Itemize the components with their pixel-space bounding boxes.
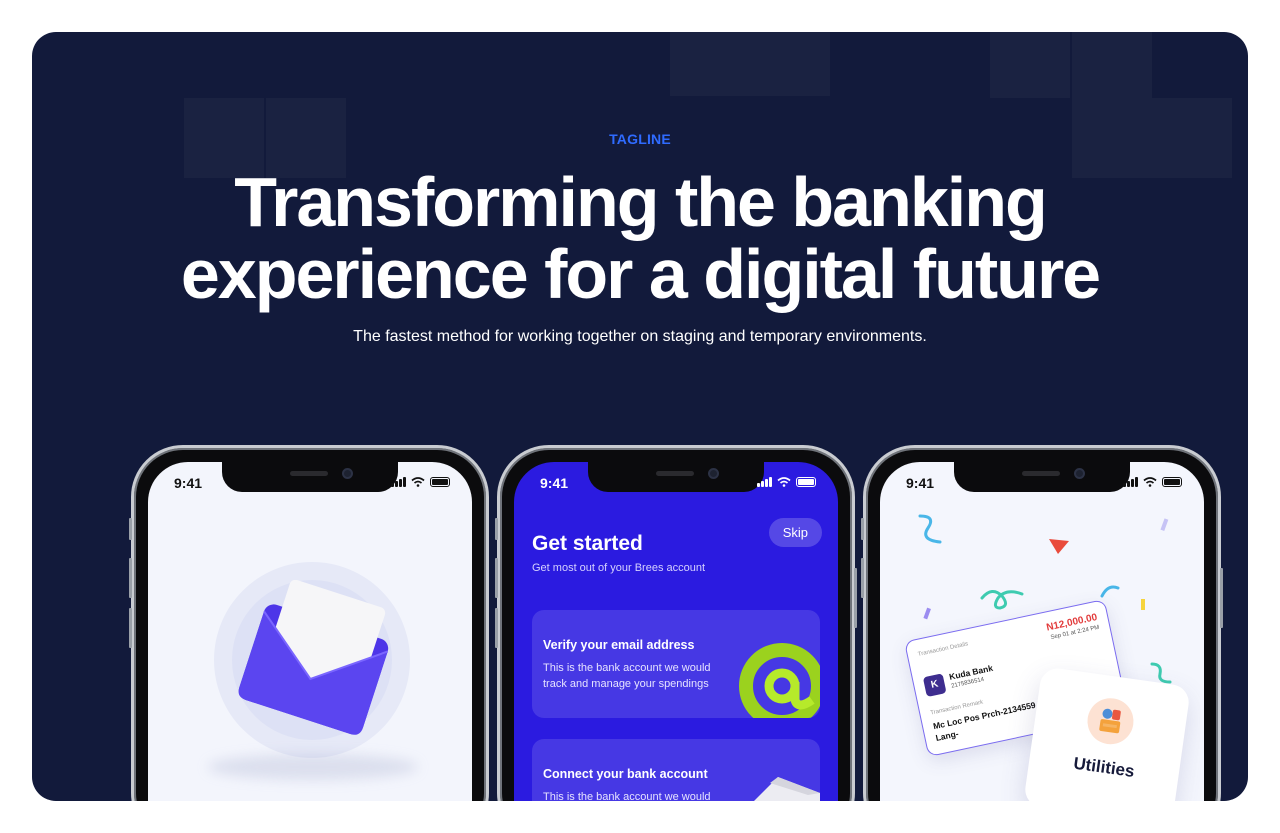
- phone-side-button: [495, 608, 498, 648]
- utilities-icon: [1084, 695, 1137, 748]
- phone-screen: 9:41: [148, 462, 472, 801]
- skip-button[interactable]: Skip: [768, 518, 822, 547]
- phone-side-button: [129, 608, 132, 648]
- status-icons: [1123, 477, 1182, 487]
- phone-side-button: [854, 568, 857, 628]
- phone-side-button: [129, 558, 132, 598]
- status-time: 9:41: [540, 475, 569, 491]
- bank-logo: K: [922, 673, 947, 698]
- phone-side-button: [129, 518, 132, 540]
- phone-mockup-email: 9:41: [129, 445, 489, 801]
- signal-icon: [1123, 477, 1138, 487]
- background-tile: [990, 32, 1070, 98]
- confetti-swirl-icon: [980, 590, 1024, 610]
- background-tile: [750, 32, 830, 96]
- confetti-squiggle-icon: [918, 514, 942, 544]
- battery-icon: [430, 477, 450, 487]
- card-text: This is the bank account we would: [543, 791, 711, 801]
- bank-icon: [754, 777, 820, 801]
- phone-notch: [588, 462, 764, 492]
- envelope-icon: [238, 580, 389, 735]
- background-tile: [1072, 32, 1152, 98]
- headline-line: experience for a digital future: [180, 235, 1101, 313]
- confetti-piece-icon: [1141, 599, 1145, 610]
- status-time: 9:41: [906, 475, 935, 491]
- phone-mockup-get-started: 9:41 Skip Get started Get most out of yo…: [495, 445, 857, 801]
- phone-screen: 9:41 Transaction Details N12,000.00 Sep …: [880, 462, 1204, 801]
- background-tile: [670, 32, 750, 96]
- phone-side-button: [861, 558, 864, 598]
- card-title: Verify your email address: [543, 638, 695, 652]
- tagline: TAGLINE: [609, 131, 671, 147]
- phone-screen: 9:41 Skip Get started Get most out of yo…: [514, 462, 838, 801]
- connect-bank-card[interactable]: Connect your bank account This is the ba…: [532, 739, 820, 801]
- verify-email-card[interactable]: Verify your email address This is the ba…: [532, 610, 820, 718]
- card-title: Connect your bank account: [543, 767, 708, 781]
- page-title: Transforming the banking experience for …: [32, 166, 1248, 310]
- phone-notch: [222, 462, 398, 492]
- status-time: 9:41: [174, 475, 203, 491]
- phone-side-button: [861, 518, 864, 540]
- wifi-icon: [777, 477, 791, 487]
- confetti-triangle-icon: [1049, 539, 1069, 554]
- screen-subtitle: Get most out of your Brees account: [532, 562, 706, 574]
- signal-icon: [757, 477, 772, 487]
- utilities-label: Utilities: [1072, 753, 1136, 781]
- hero-section: TAGLINE Transforming the banking experie…: [32, 32, 1248, 801]
- battery-icon: [796, 477, 816, 487]
- phone-side-button: [1220, 568, 1223, 628]
- phone-notch: [954, 462, 1130, 492]
- transaction-details-label: Transaction Details: [917, 641, 969, 658]
- utilities-card[interactable]: Utilities: [1022, 666, 1192, 801]
- battery-icon: [1162, 477, 1182, 487]
- hero-subtitle: The fastest method for working together …: [353, 328, 927, 345]
- signal-icon: [391, 477, 406, 487]
- screen-title: Get started: [532, 532, 643, 555]
- at-sign-icon: [739, 643, 820, 718]
- phone-mockup-transaction: 9:41 Transaction Details N12,000.00 Sep …: [861, 445, 1223, 801]
- wifi-icon: [1143, 477, 1157, 487]
- confetti-squiggle-icon: [1100, 585, 1120, 598]
- envelope-shadow: [208, 754, 418, 780]
- card-text: This is the bank account we would track …: [543, 662, 711, 690]
- wifi-icon: [411, 477, 425, 487]
- confetti-piece-icon: [923, 607, 931, 620]
- confetti-piece-icon: [1160, 518, 1169, 532]
- status-icons: [391, 477, 450, 487]
- phone-side-button: [495, 518, 498, 540]
- phone-side-button: [495, 558, 498, 598]
- headline-line: Transforming the banking: [234, 163, 1048, 241]
- status-icons: [757, 477, 816, 487]
